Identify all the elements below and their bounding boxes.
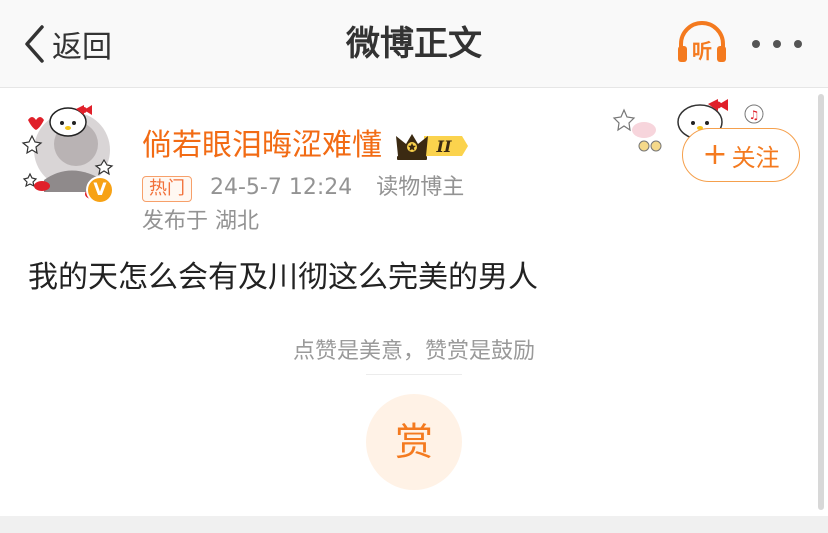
plus-icon: + xyxy=(702,137,728,172)
scrollbar-thumb[interactable] xyxy=(818,94,824,510)
more-icon[interactable] xyxy=(752,36,802,52)
author-identity: 读物博主 xyxy=(376,175,465,200)
verified-badge: V xyxy=(86,176,114,204)
hot-badge: 热门 xyxy=(142,176,192,202)
member-crown-icon[interactable]: II xyxy=(394,130,470,162)
section-divider xyxy=(0,516,828,533)
post-meta: 24-5-7 12:24 读物博主 xyxy=(210,172,464,204)
follow-label: 关注 xyxy=(731,143,780,172)
top-nav-bar: 返回 微博正文 听 xyxy=(0,0,828,88)
reward-button[interactable]: 赏 xyxy=(366,394,462,490)
post-text: 我的天怎么会有及川彻这么完美的男人 xyxy=(28,260,538,295)
member-level: II xyxy=(436,137,452,156)
post-timestamp: 24-5-7 12:24 xyxy=(210,175,353,200)
headphones-icon[interactable]: 听 xyxy=(676,20,728,66)
listen-label: 听 xyxy=(692,39,712,63)
svg-text:♫: ♫ xyxy=(749,108,760,122)
reward-tip: 点赞是美意，赞赏是鼓励 xyxy=(292,339,535,364)
reward-divider xyxy=(366,374,462,375)
more-dot xyxy=(752,40,760,48)
more-dot xyxy=(794,40,802,48)
author-name[interactable]: 倘若眼泪晦涩难懂 xyxy=(142,126,382,166)
post-location: 发布于 湖北 xyxy=(142,209,259,234)
follow-button[interactable]: + 关注 xyxy=(682,128,800,182)
more-dot xyxy=(773,40,781,48)
